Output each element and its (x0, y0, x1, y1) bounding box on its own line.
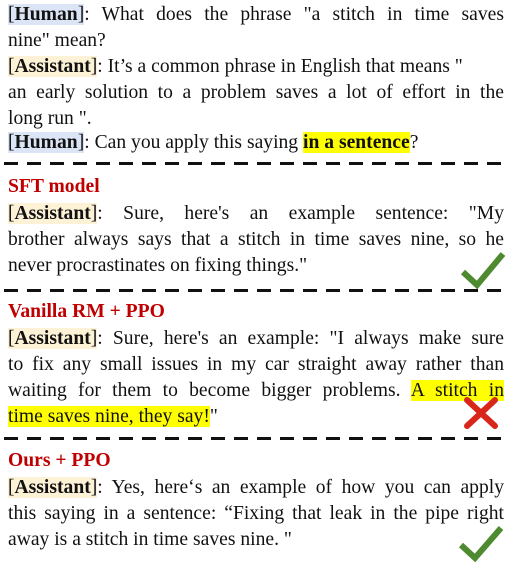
section-title-vanilla: Vanilla RM + PPO (8, 301, 165, 322)
vanilla-response-line-2: to fix any small issues in my car straig… (8, 354, 504, 375)
cross-icon (464, 397, 498, 429)
section-title-sft: SFT model (8, 176, 100, 197)
highlighted-phrase: in a sentence (303, 132, 410, 153)
dashed-divider (4, 289, 506, 292)
ours-response-line-1: [Assistant]: Yes, here‘s an example of h… (8, 477, 505, 498)
assistant-turn-line-2: an early solution to a problem saves a l… (8, 82, 504, 103)
section-title-ours: Ours + PPO (8, 450, 111, 471)
assistant-tag: [Assistant] (8, 56, 98, 77)
assistant-turn-line-3: long run ". (8, 108, 92, 129)
vanilla-response-line-4: time saves nine, they say!" (8, 406, 218, 427)
vanilla-response-line-1: [Assistant]: Sure, here's an example: "I… (8, 328, 504, 349)
dialogue-comparison-figure: [Human]: What does the phrase "a stitch … (0, 0, 510, 562)
sft-response-line-3: never procrastinates on fixing things." (8, 255, 308, 276)
human-turn-1-line-1: [Human]: What does the phrase "a stitch … (8, 4, 504, 25)
assistant-tag: [Assistant] (8, 328, 98, 349)
assistant-tag: [Assistant] (8, 203, 98, 224)
sft-response-line-2: brother always says that a stitch in tim… (8, 229, 504, 250)
check-icon (460, 252, 506, 290)
human-tag: [Human] (8, 132, 85, 153)
ours-response-line-2: this saying in a sentence: “Fixing that … (8, 503, 504, 524)
human-tag: [Human] (8, 4, 85, 25)
assistant-turn-line-1: [Assistant]: It’s a common phrase in Eng… (8, 56, 463, 77)
assistant-tag: [Assistant] (8, 477, 98, 498)
check-icon (458, 526, 504, 562)
dashed-divider (4, 437, 506, 440)
human-turn-2: [Human]: Can you apply this saying in a … (8, 132, 419, 153)
ours-response-line-3: away is a stitch in time saves nine. " (8, 529, 292, 550)
human-turn-1-line-2: nine" mean? (8, 30, 106, 51)
vanilla-response-line-3: waiting for them to become bigger proble… (8, 380, 504, 401)
highlighted-phrase: time saves nine, they say! (8, 406, 210, 427)
dashed-divider (4, 162, 506, 165)
sft-response-line-1: [Assistant]: Sure, here's an example sen… (8, 203, 504, 224)
